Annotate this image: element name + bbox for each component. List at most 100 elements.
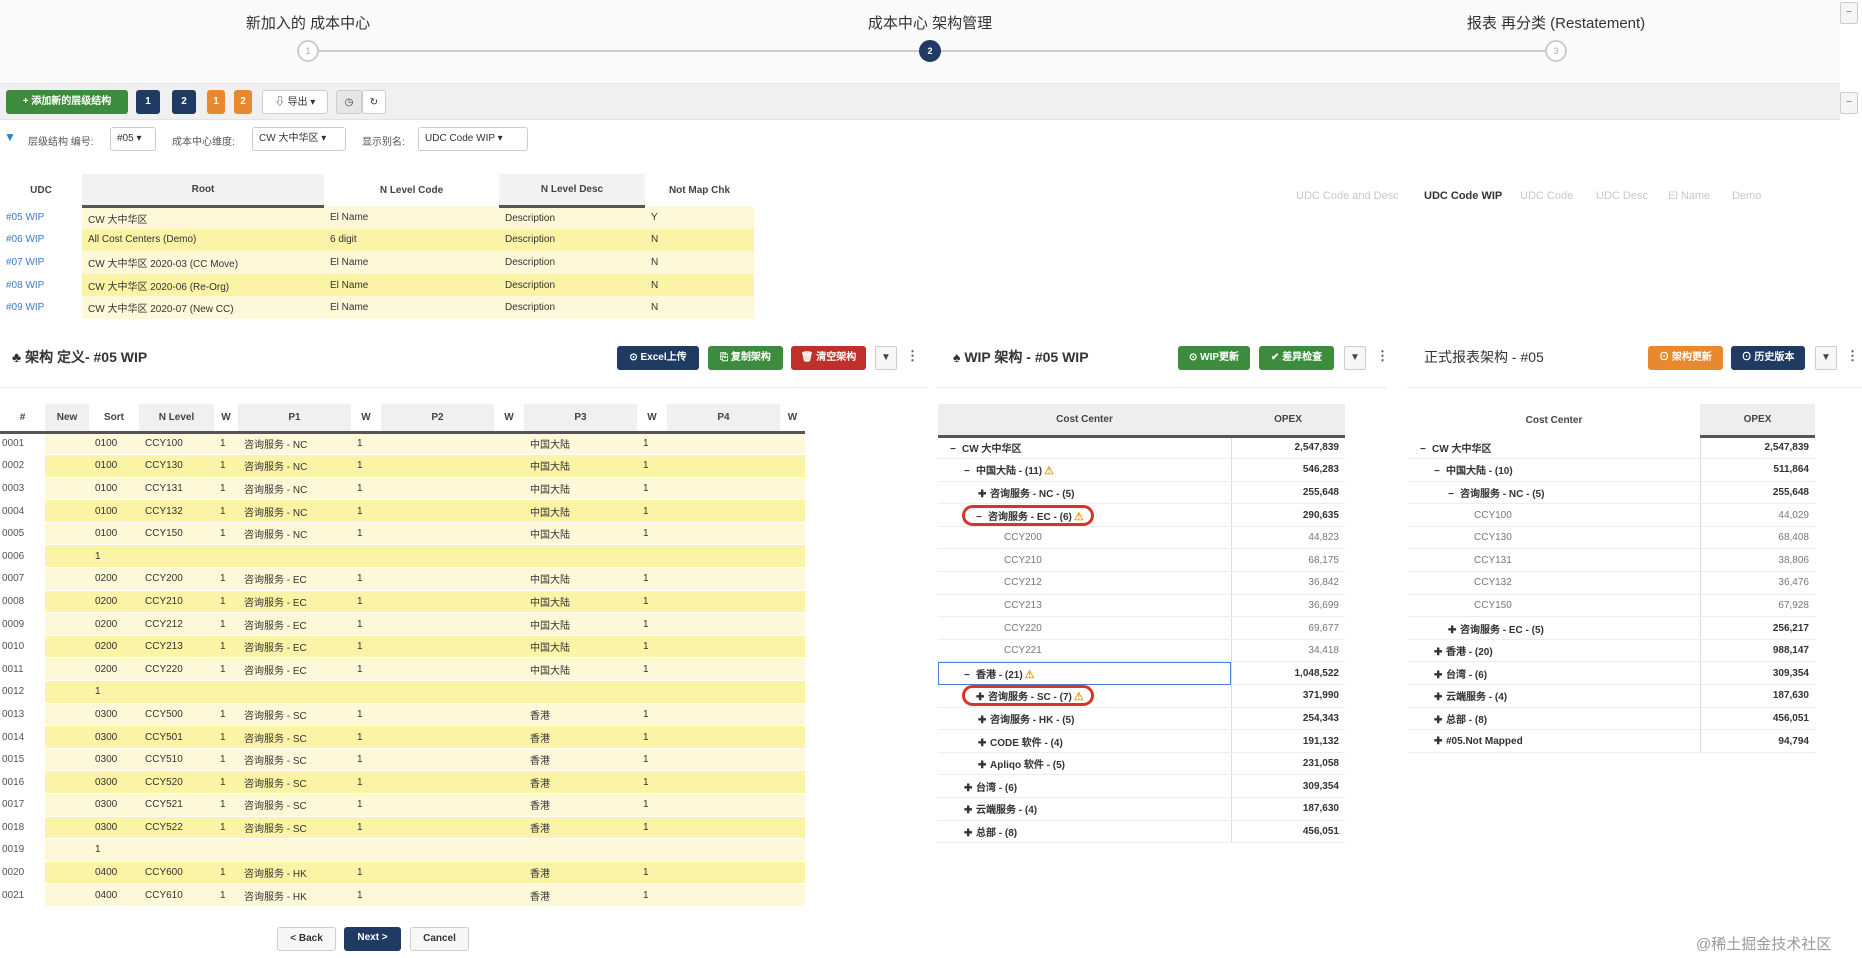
grid-cell[interactable]: CCY132: [139, 499, 214, 523]
grid-cell[interactable]: 0100: [89, 432, 139, 456]
grid-cell[interactable]: [494, 477, 524, 501]
grid-cell[interactable]: 1: [89, 680, 139, 704]
tree-row[interactable]: − 中国大陆 - (10) 511,864: [1408, 458, 1815, 482]
grid-cell[interactable]: 0300: [89, 816, 139, 840]
grid-cell[interactable]: 中国大陆: [524, 567, 637, 591]
cost-center-cell[interactable]: ✚ 咨询服务 - SC - (7) ⚠: [938, 684, 1231, 708]
collapse-toolbar-button[interactable]: −: [1840, 92, 1858, 114]
grid-cell[interactable]: 1: [214, 635, 238, 659]
grid-cell[interactable]: CCY521: [139, 793, 214, 817]
grid-cell[interactable]: [139, 680, 214, 704]
grid-cell[interactable]: 0300: [89, 748, 139, 772]
grid-cell[interactable]: 1: [351, 477, 381, 501]
grid-cell[interactable]: 中国大陆: [524, 590, 637, 614]
grid-cell[interactable]: 1: [214, 522, 238, 546]
grid-cell[interactable]: CCY100: [139, 432, 214, 456]
grid-cell[interactable]: 1: [637, 657, 667, 682]
grid-row[interactable]: 0019 1: [0, 838, 805, 862]
grid-row[interactable]: 0007 0200 CCY200 1 咨询服务 - EC 1 中国大陆 1: [0, 567, 805, 591]
udc-row[interactable]: #05 WIP CW 大中华区 El Name Description Y: [0, 206, 754, 229]
tree-row[interactable]: ✚ 台湾 - (6) 309,354: [1408, 661, 1815, 686]
grid-cell[interactable]: 香港: [524, 793, 637, 817]
expand-icon[interactable]: ✚: [978, 760, 990, 771]
cost-center-cell[interactable]: ✚ 香港 - (20): [1408, 639, 1700, 663]
grid-cell[interactable]: 香港: [524, 725, 637, 749]
tree-row[interactable]: CCY150 67,928: [1408, 594, 1815, 618]
grid-cell[interactable]: [381, 748, 494, 772]
grid-cell[interactable]: 1: [351, 454, 381, 478]
grid-cell[interactable]: CCY610: [139, 883, 214, 907]
grid-cell[interactable]: 1: [637, 499, 667, 523]
grid-row[interactable]: 0010 0200 CCY213 1 咨询服务 - EC 1 中国大陆 1: [0, 635, 805, 659]
cost-center-cell[interactable]: − 中国大陆 - (11) ⚠: [938, 458, 1231, 482]
grid-cell[interactable]: 1: [637, 883, 667, 907]
wip-update-button[interactable]: ⊙ WIP更新: [1178, 346, 1250, 370]
grid-cell[interactable]: CCY220: [139, 657, 214, 682]
expand-icon[interactable]: ✚: [976, 692, 988, 703]
expand-icon[interactable]: ✚: [1448, 625, 1460, 636]
grid-cell[interactable]: 1: [351, 883, 381, 907]
grid-cell[interactable]: [45, 590, 89, 614]
level-2-button[interactable]: 2: [172, 90, 196, 114]
grid-row[interactable]: 0013 0300 CCY500 1 咨询服务 - SC 1 香港 1: [0, 703, 805, 727]
grid-cell[interactable]: [637, 544, 667, 569]
collapse-top-button[interactable]: −: [1840, 2, 1858, 24]
cost-center-cell[interactable]: ✚ 台湾 - (6): [938, 774, 1231, 798]
more-options-icon[interactable]: ⋮: [906, 348, 919, 364]
grid-cell[interactable]: [45, 499, 89, 523]
grid-cell[interactable]: [667, 861, 780, 885]
tree-row[interactable]: − 中国大陆 - (11) ⚠ 546,283: [938, 458, 1345, 482]
grid-cell[interactable]: [524, 838, 637, 862]
grid-cell[interactable]: 咨询服务 - NC: [238, 522, 351, 546]
grid-row[interactable]: 0006 1: [0, 544, 805, 569]
cost-center-cell[interactable]: ✚ 咨询服务 - EC - (5): [1408, 616, 1700, 640]
grid-cell[interactable]: [494, 748, 524, 772]
grid-cell[interactable]: [780, 499, 805, 523]
grid-cell[interactable]: 1: [351, 499, 381, 523]
grid-cell[interactable]: 香港: [524, 883, 637, 907]
grid-cell[interactable]: [45, 770, 89, 794]
grid-cell[interactable]: CCY501: [139, 725, 214, 749]
grid-cell[interactable]: 1: [351, 816, 381, 840]
grid-cell[interactable]: 咨询服务 - SC: [238, 816, 351, 840]
grid-cell[interactable]: 1: [637, 635, 667, 659]
cost-center-cell[interactable]: CCY212: [938, 571, 1231, 595]
grid-cell[interactable]: 咨询服务 - NC: [238, 432, 351, 456]
grid-cell[interactable]: [780, 544, 805, 569]
grid-cell[interactable]: [45, 793, 89, 817]
grid-cell[interactable]: [494, 793, 524, 817]
view-tab[interactable]: Demo: [1732, 190, 1761, 202]
step-1-circle[interactable]: 1: [297, 40, 319, 62]
cost-center-header[interactable]: Cost Center: [1408, 404, 1700, 436]
expand-icon[interactable]: ✚: [1434, 692, 1446, 703]
tree-row[interactable]: ✚ 云端服务 - (4) 187,630: [1408, 684, 1815, 708]
grid-cell[interactable]: 1: [637, 612, 667, 636]
grid-cell[interactable]: 咨询服务 - SC: [238, 793, 351, 817]
cost-center-cell[interactable]: ✚ #05.Not Mapped: [1408, 729, 1700, 753]
grid-cell[interactable]: [780, 748, 805, 772]
grid-cell[interactable]: 1: [214, 477, 238, 501]
tree-row[interactable]: − 咨询服务 - NC - (5) 255,648: [1408, 481, 1815, 505]
grid-cell[interactable]: CCY213: [139, 635, 214, 659]
grid-cell[interactable]: [524, 544, 637, 569]
grid-cell[interactable]: CCY600: [139, 861, 214, 885]
grid-cell[interactable]: 1: [351, 770, 381, 794]
grid-header-new[interactable]: New: [45, 404, 89, 434]
grid-cell[interactable]: 1: [214, 567, 238, 591]
orange-2-button[interactable]: 2: [234, 90, 252, 114]
grid-cell[interactable]: 1: [214, 883, 238, 907]
grid-cell[interactable]: CCY130: [139, 454, 214, 478]
grid-cell[interactable]: 1: [637, 770, 667, 794]
cost-center-cell[interactable]: − 咨询服务 - NC - (5): [1408, 481, 1700, 505]
grid-cell[interactable]: [351, 680, 381, 704]
grid-cell[interactable]: [780, 612, 805, 636]
excel-upload-button[interactable]: ⊙ Excel上传: [617, 346, 699, 370]
grid-cell[interactable]: 1: [637, 432, 667, 456]
grid-cell[interactable]: 香港: [524, 816, 637, 840]
cost-center-cell[interactable]: − CW 大中华区: [938, 436, 1231, 460]
grid-cell[interactable]: [381, 544, 494, 569]
grid-cell[interactable]: [524, 680, 637, 704]
grid-cell[interactable]: [381, 838, 494, 862]
grid-cell[interactable]: 0100: [89, 477, 139, 501]
grid-cell[interactable]: [667, 590, 780, 614]
